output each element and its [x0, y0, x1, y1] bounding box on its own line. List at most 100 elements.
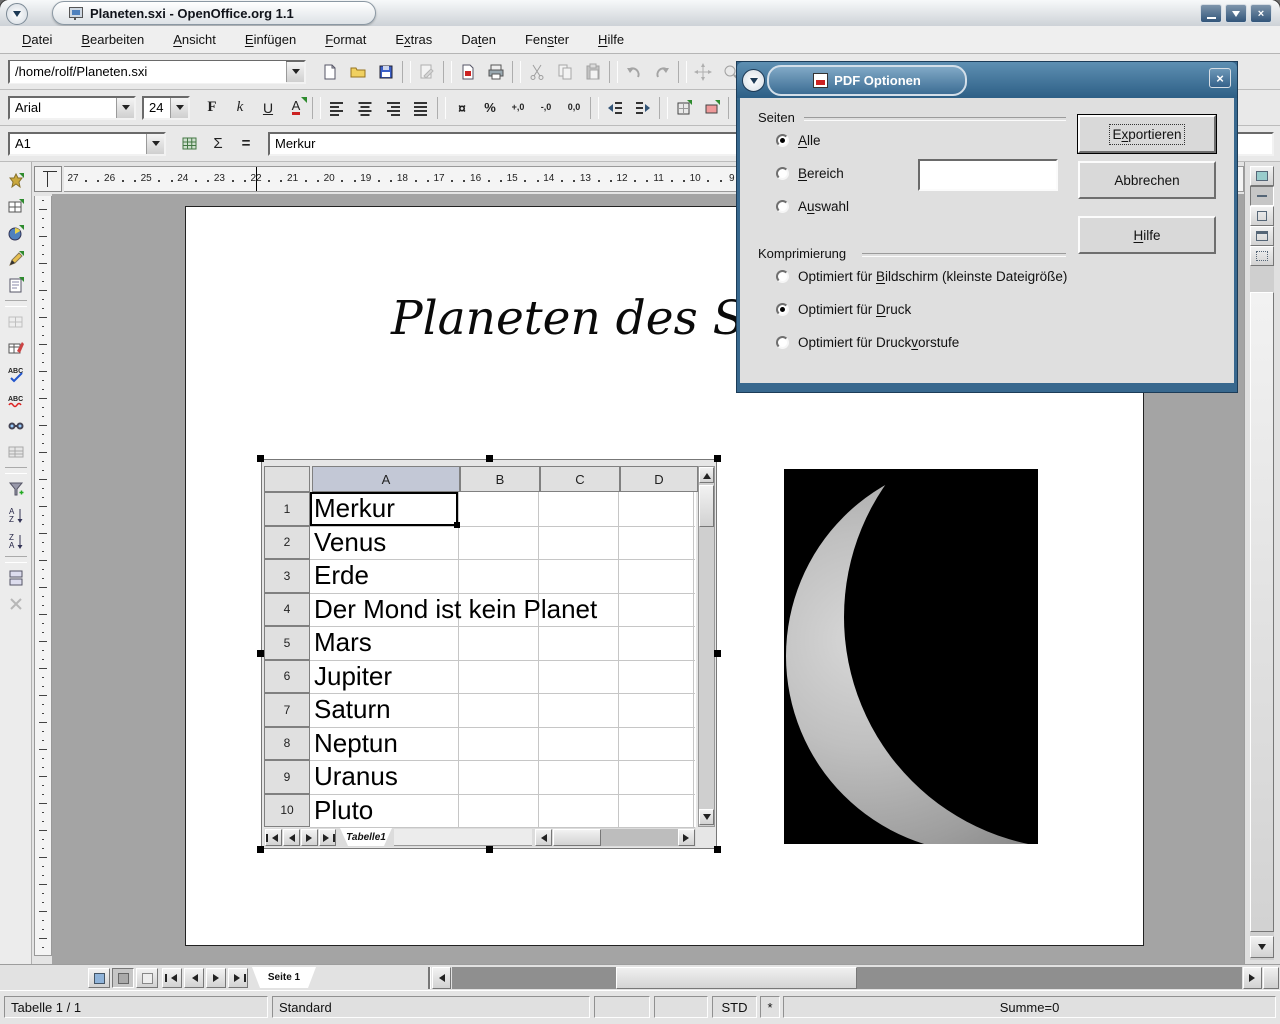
layer-mode-button-2[interactable]	[112, 968, 134, 988]
export-pdf-button[interactable]	[455, 59, 481, 85]
previous-page-button[interactable]	[184, 968, 204, 988]
column-header-d[interactable]: D	[620, 466, 698, 492]
font-name-dropdown-button[interactable]	[116, 98, 134, 118]
row-header-4[interactable]: 4	[264, 593, 310, 627]
last-page-button[interactable]	[228, 968, 248, 988]
view-handout-button[interactable]	[1250, 246, 1274, 266]
scrollbar-thumb[interactable]	[616, 967, 857, 989]
radio-label-alle[interactable]: Alle	[798, 133, 821, 148]
sort-ascending-button[interactable]: AZ	[2, 502, 30, 527]
vertical-ruler[interactable]	[34, 196, 52, 956]
page-tab[interactable]: Seite 1	[252, 967, 316, 988]
cell-reference-dropdown-button[interactable]	[146, 134, 164, 154]
scrollbar-thumb[interactable]	[1250, 292, 1274, 932]
function-button[interactable]: =	[233, 131, 259, 157]
abbrechen-button[interactable]: Abbrechen	[1078, 161, 1216, 199]
menu-format[interactable]: Format	[315, 29, 376, 50]
scroll-left-button[interactable]	[432, 967, 451, 989]
scroll-left-button[interactable]	[535, 829, 552, 846]
layer-mode-button-1[interactable]	[88, 968, 110, 988]
save-document-button[interactable]	[373, 59, 399, 85]
row-header-8[interactable]: 8	[264, 727, 310, 761]
view-outline-button[interactable]	[1250, 186, 1274, 206]
radio-bereich[interactable]	[776, 167, 789, 180]
autofilter-button[interactable]	[2, 476, 30, 501]
scroll-up-button[interactable]	[699, 467, 714, 483]
radio-label-auswahl[interactable]: Auswahl	[798, 199, 849, 214]
exportieren-button[interactable]: Exportieren	[1078, 115, 1216, 153]
fill-handle[interactable]	[454, 522, 460, 528]
radio-optimiert-f-r-druck[interactable]	[776, 303, 789, 316]
radio-alle[interactable]	[776, 134, 789, 147]
scrollbar-track[interactable]	[452, 967, 1242, 989]
dialog-system-menu-button[interactable]	[742, 69, 765, 92]
window-titlebar[interactable]: Planeten.sxi - OpenOffice.org 1.1 ×	[0, 0, 1280, 27]
embedded-spreadsheet[interactable]: ABCD 1Merkur2Venus3Erde4Der Mond ist kei…	[261, 459, 717, 849]
status-sum[interactable]: Summe=0	[783, 996, 1276, 1018]
underline-button[interactable]: U	[255, 95, 281, 121]
radio-label-optimiert-f-r-bildschirm-kleinste-dateig[interactable]: Optimiert für Bildschirm (kleinste Datei…	[798, 269, 1067, 284]
find-replace-button[interactable]	[2, 413, 30, 438]
sum-button[interactable]: Σ	[205, 131, 231, 157]
background-color-button[interactable]	[699, 95, 725, 121]
sheet-tab[interactable]: Tabelle1	[340, 828, 392, 846]
increase-indent-button[interactable]	[630, 95, 656, 121]
column-header-a[interactable]: A	[312, 466, 460, 492]
shade-button[interactable]	[1225, 4, 1247, 23]
status-page-style[interactable]: Standard	[272, 996, 590, 1018]
page-range-input[interactable]	[918, 159, 1058, 191]
cell-a10[interactable]: Pluto	[314, 794, 373, 828]
autospellcheck-button[interactable]: ABC	[2, 387, 30, 412]
font-color-button[interactable]: A	[283, 95, 309, 121]
next-page-button[interactable]	[206, 968, 226, 988]
spellcheck-button[interactable]: ABC	[2, 361, 30, 386]
cell-a5[interactable]: Mars	[314, 626, 372, 660]
view-slides-button[interactable]	[1250, 206, 1274, 226]
selection-handle[interactable]	[257, 846, 264, 853]
row-header-10[interactable]: 10	[264, 794, 310, 828]
align-center-button[interactable]	[352, 95, 378, 121]
cell-a6[interactable]: Jupiter	[314, 660, 392, 694]
row-header-7[interactable]: 7	[264, 693, 310, 727]
menu-daten[interactable]: Daten	[451, 29, 506, 50]
sheet-cells[interactable]: 1Merkur2Venus3Erde4Der Mond ist kein Pla…	[264, 492, 696, 827]
selection-handle[interactable]	[257, 650, 264, 657]
radio-optimiert-f-r-bildschirm-kleinste-dateig[interactable]	[776, 270, 789, 283]
cell-reference-combo[interactable]: A1	[8, 132, 166, 156]
layer-mode-button-3[interactable]	[136, 968, 158, 988]
autoformat-button[interactable]	[2, 335, 30, 360]
sheet-area-button[interactable]	[177, 131, 203, 157]
split-window-button[interactable]	[2, 565, 30, 590]
menu-bearbeiten[interactable]: Bearbeiten	[71, 29, 154, 50]
dialog-titlebar[interactable]: PDF Optionen ×	[737, 62, 1237, 98]
row-header-9[interactable]: 9	[264, 760, 310, 794]
view-drawing-button[interactable]	[1250, 166, 1274, 186]
sheet-horizontal-scrollbar[interactable]: Tabelle1	[264, 828, 696, 847]
align-left-button[interactable]	[324, 95, 350, 121]
column-header-b[interactable]: B	[460, 466, 540, 492]
menu-einf-gen[interactable]: Einfügen	[235, 29, 306, 50]
selection-handle[interactable]	[714, 650, 721, 657]
font-size-combo[interactable]: 24	[142, 96, 190, 120]
align-right-button[interactable]	[380, 95, 406, 121]
sort-descending-button[interactable]: ZA	[2, 528, 30, 553]
insert-button[interactable]	[2, 168, 30, 193]
scroll-down-button[interactable]	[1250, 936, 1274, 958]
radio-optimiert-f-r-druckvorstufe[interactable]	[776, 336, 789, 349]
align-justify-button[interactable]	[408, 95, 434, 121]
hilfe-button[interactable]: Hilfe	[1078, 216, 1216, 254]
row-header-5[interactable]: 5	[264, 626, 310, 660]
previous-sheet-button[interactable]	[283, 829, 300, 846]
close-button[interactable]: ×	[1250, 4, 1272, 23]
decrease-indent-button[interactable]	[602, 95, 628, 121]
menu-hilfe[interactable]: Hilfe	[588, 29, 634, 50]
menu-fenster[interactable]: Fenster	[515, 29, 579, 50]
cell-a9[interactable]: Uranus	[314, 760, 398, 794]
cell-a2[interactable]: Venus	[314, 526, 386, 560]
row-header-2[interactable]: 2	[264, 526, 310, 560]
scroll-down-button[interactable]	[699, 809, 714, 825]
selection-handle[interactable]	[486, 455, 493, 462]
row-header-1[interactable]: 1	[264, 492, 310, 526]
font-name-combo[interactable]: Arial	[8, 96, 136, 120]
cell-a8[interactable]: Neptun	[314, 727, 398, 761]
